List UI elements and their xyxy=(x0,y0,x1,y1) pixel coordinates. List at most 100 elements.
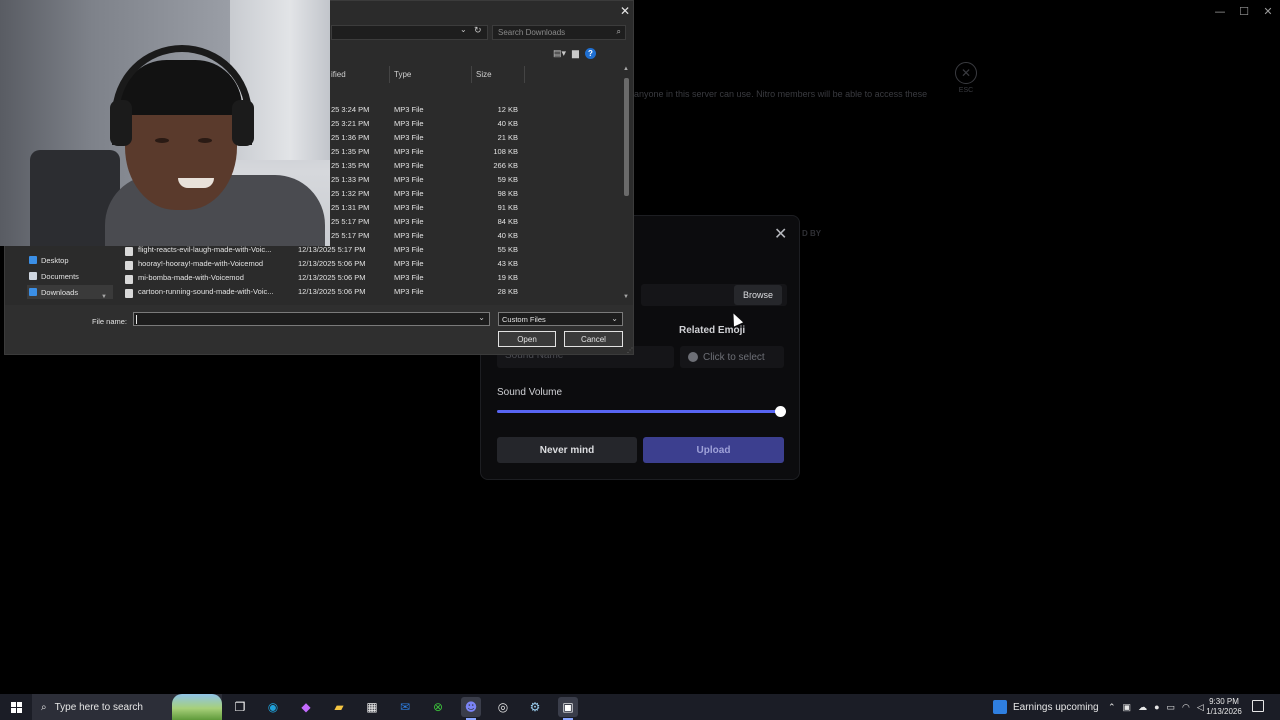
file-size: 59 KB xyxy=(497,175,518,184)
open-button[interactable]: Open xyxy=(498,331,556,347)
news-widget[interactable]: Earnings upcoming xyxy=(993,694,1099,720)
file-date: 25 1:36 PM xyxy=(331,133,370,142)
documents-icon xyxy=(29,272,37,280)
scroll-up-icon[interactable]: ▲ xyxy=(623,66,629,72)
obs-icon[interactable]: ◎ xyxy=(493,697,513,717)
audio-file-icon xyxy=(125,261,133,270)
related-emoji-label: Related Emoji xyxy=(679,325,746,336)
file-type: MP3 File xyxy=(394,147,424,156)
mic-icon[interactable]: ● xyxy=(1154,702,1159,712)
upload-button[interactable]: Upload xyxy=(643,437,784,463)
search-icon: ⌕ xyxy=(616,27,621,36)
file-size: 55 KB xyxy=(497,245,518,254)
col-size[interactable]: Size xyxy=(476,70,492,79)
chevron-down-icon[interactable]: ⌄ xyxy=(478,313,485,322)
chevron-down-icon: ⌄ xyxy=(611,314,618,323)
view-options-icon[interactable]: ▤▾ xyxy=(553,48,566,59)
headphone-ear-cup xyxy=(110,100,132,146)
date-label: 1/13/2026 xyxy=(1206,707,1242,716)
file-date: 12/13/2025 5:06 PM xyxy=(298,287,366,296)
vertical-scrollbar[interactable]: ▲ ▼ xyxy=(622,66,631,302)
desktop-icon xyxy=(29,256,37,264)
file-size: 108 KB xyxy=(493,147,518,156)
file-name-input[interactable]: ⌄ xyxy=(133,312,490,326)
column-label: D BY xyxy=(802,229,822,238)
never-mind-button[interactable]: Never mind xyxy=(497,437,637,463)
chevron-up-icon[interactable]: ⌃ xyxy=(1108,702,1116,713)
capcut-icon[interactable]: ▣ xyxy=(558,697,578,720)
search-highlight-image[interactable] xyxy=(172,694,222,720)
file-type: MP3 File xyxy=(394,133,424,142)
file-date: 25 1:35 PM xyxy=(331,147,370,156)
battery-icon[interactable]: ▭ xyxy=(1167,702,1176,713)
file-size: 43 KB xyxy=(497,259,518,268)
file-type: MP3 File xyxy=(394,231,424,240)
emoji-icon xyxy=(688,352,698,362)
file-type: MP3 File xyxy=(394,245,424,254)
col-type[interactable]: Type xyxy=(394,70,411,79)
file-type: MP3 File xyxy=(394,175,424,184)
nav-item-documents[interactable]: Documents xyxy=(27,269,113,283)
wifi-icon[interactable]: ◠ xyxy=(1182,702,1190,713)
close-circle-icon[interactable]: ✕ xyxy=(955,62,977,84)
file-date: 25 1:32 PM xyxy=(331,189,370,198)
chevron-down-icon[interactable]: ▼ xyxy=(101,294,107,300)
steam-icon[interactable]: ⚙ xyxy=(525,697,545,717)
file-size: 28 KB xyxy=(497,287,518,296)
audio-file-icon xyxy=(125,275,133,284)
outlook-icon[interactable]: ✉ xyxy=(395,697,415,717)
help-icon[interactable]: ? xyxy=(584,48,596,59)
resize-grip-icon[interactable]: ⋰ xyxy=(627,347,633,354)
dialog-close-icon[interactable]: ✕ xyxy=(620,4,630,18)
file-type: MP3 File xyxy=(394,203,424,212)
task-view-icon[interactable]: ❐ xyxy=(230,697,250,717)
file-size: 21 KB xyxy=(497,133,518,142)
cancel-button[interactable]: Cancel xyxy=(564,331,623,347)
file-date: 12/13/2025 5:17 PM xyxy=(298,245,366,254)
discord-icon[interactable]: ☻ xyxy=(461,697,481,720)
notification-icon[interactable] xyxy=(1252,700,1264,712)
clock[interactable]: 9:30 PM 1/13/2026 xyxy=(1200,697,1248,717)
nav-item-desktop[interactable]: Desktop xyxy=(27,253,113,267)
start-button[interactable] xyxy=(0,694,32,720)
column-divider[interactable] xyxy=(389,66,390,83)
edge-icon[interactable]: ◉ xyxy=(263,697,283,717)
preview-pane-icon[interactable]: ▆ xyxy=(572,48,579,59)
file-size: 266 KB xyxy=(493,161,518,170)
nav-label: Desktop xyxy=(41,255,69,265)
file-type: MP3 File xyxy=(394,287,424,296)
esc-label: ESC xyxy=(958,87,974,94)
file-name: cartoon-running-sound-made-with-Voic... xyxy=(138,287,274,296)
refresh-icon[interactable]: ↻ xyxy=(474,25,482,36)
file-size: 12 KB xyxy=(497,105,518,114)
maximize-button[interactable]: ☐ xyxy=(1232,0,1256,22)
file-type-filter[interactable]: Custom Files ⌄ xyxy=(498,312,623,326)
search-input[interactable]: Search Downloads ⌕ xyxy=(492,25,626,40)
file-name: hooray!-hooray!-made-with-Voicemod xyxy=(138,259,264,268)
modal-close-icon[interactable]: ✕ xyxy=(774,225,787,243)
column-divider[interactable] xyxy=(524,66,525,83)
file-date: 25 1:31 PM xyxy=(331,203,370,212)
file-explorer-icon[interactable]: ▰ xyxy=(329,697,349,717)
volume-slider-track[interactable] xyxy=(497,410,780,413)
cloud-icon[interactable]: ☁ xyxy=(1138,702,1147,713)
scroll-down-icon[interactable]: ▼ xyxy=(623,294,629,300)
col-modified[interactable]: ified xyxy=(331,70,346,79)
scrollbar-thumb[interactable] xyxy=(624,78,629,196)
minimize-button[interactable]: — xyxy=(1208,0,1232,22)
volume-slider-handle[interactable] xyxy=(775,406,786,417)
xbox-icon[interactable]: ⊗ xyxy=(428,697,448,717)
store-icon[interactable]: ▦ xyxy=(362,697,382,717)
esc-close[interactable]: ✕ ESC xyxy=(954,62,978,94)
window-close-button[interactable]: ✕ xyxy=(1256,0,1280,22)
browse-button[interactable]: Browse xyxy=(734,285,782,305)
download-icon xyxy=(29,288,37,296)
tray-app-icon[interactable]: ▣ xyxy=(1123,702,1132,713)
file-size: 40 KB xyxy=(497,231,518,240)
column-divider[interactable] xyxy=(471,66,472,83)
file-name: mi-bomba-made-with-Voicemod xyxy=(138,273,244,282)
emoji-select[interactable]: Click to select xyxy=(680,346,784,368)
chevron-down-icon[interactable]: ⌄ xyxy=(460,25,467,34)
window-controls: — ☐ ✕ xyxy=(1208,0,1280,22)
copilot-icon[interactable]: ◆ xyxy=(296,697,316,717)
